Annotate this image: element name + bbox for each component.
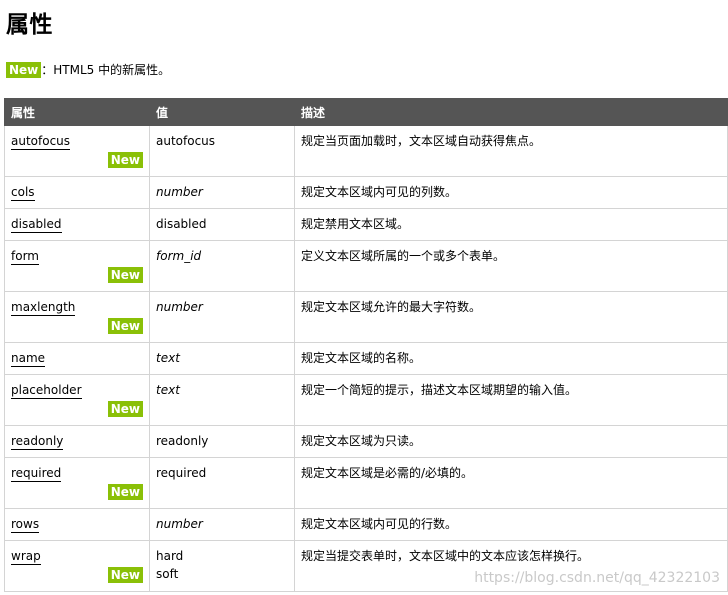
description-cell: 规定禁用文本区域。: [294, 208, 728, 241]
table-row: name text 规定文本区域的名称。: [4, 342, 728, 375]
value-cell: text: [149, 374, 295, 426]
attribute-cell: readonly: [4, 425, 150, 458]
value-cell: disabled: [149, 208, 295, 241]
new-badge: New: [107, 401, 143, 417]
attribute-cell: maxlength New: [4, 291, 150, 343]
attribute-table: 属性 值 描述 autofocus New autofocus 规定当页面加载时，文本…: [4, 98, 728, 592]
value-cell: form_id: [149, 240, 295, 292]
attribute-link-readonly[interactable]: readonly: [11, 434, 64, 450]
table-row: rows number 规定文本区域内可见的行数。: [4, 508, 728, 541]
new-badge-wrapper: New: [11, 400, 143, 418]
header-description: 描述: [294, 98, 728, 126]
value-text: number: [156, 517, 203, 531]
value-text: autofocus: [156, 134, 216, 148]
new-badge: New: [107, 484, 143, 500]
table-row: readonly readonly 规定文本区域为只读。: [4, 425, 728, 458]
value-text: required: [156, 466, 207, 480]
description-cell: 规定文本区域内可见的行数。: [294, 508, 728, 541]
watermark: https://blog.csdn.net/qq_42322103: [474, 570, 720, 586]
attribute-link-maxlength[interactable]: maxlength: [11, 300, 76, 316]
attribute-cell: disabled: [4, 208, 150, 241]
value-cell: readonly: [149, 425, 295, 458]
value-cell: autofocus: [149, 125, 295, 177]
value-cell: number: [149, 508, 295, 541]
attribute-link-name[interactable]: name: [11, 351, 46, 367]
page-title: 属性: [6, 12, 53, 38]
new-badge-wrapper: New: [11, 483, 143, 501]
attribute-cell: autofocus New: [4, 125, 150, 177]
new-badge: New: [107, 567, 143, 583]
new-badge: New: [107, 152, 143, 168]
header-attribute: 属性: [4, 98, 150, 126]
table-header-row: 属性 值 描述: [4, 98, 728, 126]
value-text: number: [156, 300, 203, 314]
new-badge-wrapper: New: [11, 566, 143, 584]
value-text: disabled: [156, 217, 207, 231]
value-text: soft: [156, 567, 179, 581]
new-legend: New ：HTML5 中的新属性。: [6, 62, 170, 78]
attribute-link-wrap[interactable]: wrap: [11, 549, 41, 565]
table-row: form New form_id 定义文本区域所属的一个或多个表单。: [4, 240, 728, 292]
value-cell: required: [149, 457, 295, 509]
value-text: text: [156, 383, 180, 397]
legend-text: ：HTML5 中的新属性。: [41, 63, 171, 77]
new-badge-wrapper: New: [11, 266, 143, 284]
value-text: number: [156, 185, 203, 199]
new-badge-wrapper: New: [11, 151, 143, 169]
value-text: readonly: [156, 434, 209, 448]
description-cell: 定义文本区域所属的一个或多个表单。: [294, 240, 728, 292]
attribute-link-form[interactable]: form: [11, 249, 39, 265]
attribute-cell: cols: [4, 176, 150, 209]
attribute-link-required[interactable]: required: [11, 466, 62, 482]
attribute-cell: form New: [4, 240, 150, 292]
new-badge: New: [6, 62, 42, 78]
table-row: maxlength New number 规定文本区域允许的最大字符数。: [4, 291, 728, 343]
description-cell: 规定一个简短的提示，描述文本区域期望的输入值。: [294, 374, 728, 426]
table-row: placeholder New text 规定一个简短的提示，描述文本区域期望的输入值…: [4, 374, 728, 426]
attribute-link-rows[interactable]: rows: [11, 517, 40, 533]
attribute-cell: name: [4, 342, 150, 375]
attribute-link-disabled[interactable]: disabled: [11, 217, 62, 233]
attribute-link-placeholder[interactable]: placeholder: [11, 383, 82, 399]
description-cell: 规定文本区域内可见的列数。: [294, 176, 728, 209]
value-cell: number: [149, 291, 295, 343]
description-cell: 规定当页面加载时，文本区域自动获得焦点。: [294, 125, 728, 177]
new-badge: New: [107, 318, 143, 334]
value-cell: text: [149, 342, 295, 375]
description-cell: 规定文本区域为只读。: [294, 425, 728, 458]
attribute-cell: rows: [4, 508, 150, 541]
new-badge-wrapper: New: [11, 317, 143, 335]
value-text: form_id: [156, 249, 202, 263]
table-body: autofocus New autofocus 规定当页面加载时，文本区域自动获得焦点…: [4, 125, 728, 592]
table-row: autofocus New autofocus 规定当页面加载时，文本区域自动获得焦点…: [4, 125, 728, 177]
header-value: 值: [149, 98, 295, 126]
attribute-cell: placeholder New: [4, 374, 150, 426]
attribute-link-cols[interactable]: cols: [11, 185, 35, 201]
new-badge: New: [107, 267, 143, 283]
table-row: disabled disabled 规定禁用文本区域。: [4, 208, 728, 241]
table-row: required New required 规定文本区域是必需的/必填的。: [4, 457, 728, 509]
value-text: hard: [156, 549, 184, 563]
value-cell: hard soft: [149, 540, 295, 592]
value-cell: number: [149, 176, 295, 209]
table-row: cols number 规定文本区域内可见的列数。: [4, 176, 728, 209]
attribute-cell: wrap New: [4, 540, 150, 592]
description-cell: 规定文本区域允许的最大字符数。: [294, 291, 728, 343]
description-cell: 规定文本区域的名称。: [294, 342, 728, 375]
attribute-cell: required New: [4, 457, 150, 509]
description-cell: 规定文本区域是必需的/必填的。: [294, 457, 728, 509]
value-text: text: [156, 351, 180, 365]
attribute-link-autofocus[interactable]: autofocus: [11, 134, 71, 150]
